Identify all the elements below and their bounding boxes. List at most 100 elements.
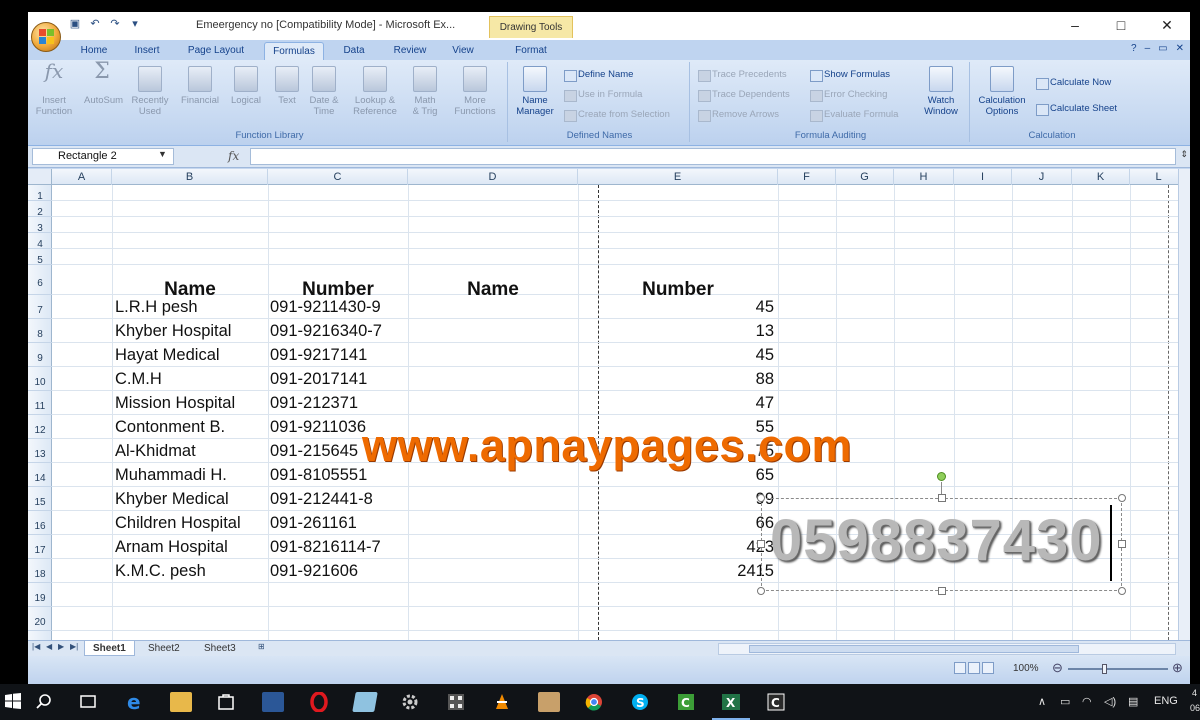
resize-handle-top-right[interactable] (1118, 494, 1126, 502)
hospital-name-cell[interactable]: Hayat Medical (115, 344, 265, 366)
expand-formula-bar-icon[interactable]: ⇕ (1180, 149, 1188, 160)
sheet-tab-3[interactable]: Sheet3 (196, 641, 244, 656)
tab-formulas[interactable]: Formulas (264, 42, 324, 60)
zoom-slider[interactable] (1068, 668, 1168, 670)
column-header-e[interactable]: E (578, 169, 778, 185)
clock-date[interactable]: 06 (1190, 703, 1200, 713)
camtasia-recorder-icon[interactable]: C (766, 692, 788, 712)
phone-number-cell[interactable]: 091-9211430-9 (270, 296, 406, 318)
clock-time[interactable]: 4 (1192, 688, 1197, 698)
excel-taskbar-icon[interactable]: X (720, 692, 742, 712)
name-box-dropdown-icon[interactable]: ▼ (158, 149, 167, 159)
resize-handle-top[interactable] (938, 494, 946, 502)
insert-sheet-icon[interactable]: ⊞ (258, 642, 265, 651)
column-header-a[interactable]: A (52, 169, 112, 185)
tab-view[interactable]: View (444, 42, 482, 60)
page-layout-view-icon[interactable] (968, 662, 980, 674)
tab-insert[interactable]: Insert (124, 42, 170, 60)
row-header[interactable]: 17 (28, 535, 52, 559)
column-header-d[interactable]: D (408, 169, 578, 185)
normal-view-icon[interactable] (954, 662, 966, 674)
phone-number-cell[interactable]: 091-212371 (270, 392, 406, 414)
row-header[interactable]: 6 (28, 265, 52, 295)
wifi-icon[interactable]: ◠ (1082, 695, 1092, 708)
word-icon[interactable] (262, 692, 284, 712)
network-icon[interactable]: ▭ (1060, 695, 1070, 708)
ribbon-minimize-icon[interactable]: – (1145, 43, 1151, 54)
hospital-name-cell[interactable]: Children Hospital (115, 512, 265, 534)
file-explorer-icon[interactable] (170, 692, 192, 712)
tab-data[interactable]: Data (334, 42, 374, 60)
create-from-selection-button[interactable]: Create from Selection (562, 106, 670, 124)
notes-app-icon[interactable] (352, 692, 378, 712)
row-header[interactable]: 20 (28, 607, 52, 631)
row-header[interactable]: 12 (28, 415, 52, 439)
calculate-now-button[interactable]: Calculate Now (1034, 74, 1111, 92)
tab-review[interactable]: Review (386, 42, 434, 60)
tab-format[interactable]: Format (506, 42, 556, 60)
resize-handle-bottom-right[interactable] (1118, 587, 1126, 595)
number-value-cell[interactable]: 13 (578, 320, 774, 342)
hospital-name-cell[interactable]: Muhammadi H. (115, 464, 265, 486)
formula-input[interactable] (250, 148, 1176, 165)
row-header[interactable]: 18 (28, 559, 52, 583)
remove-arrows-button[interactable]: Remove Arrows (696, 106, 779, 124)
volume-icon[interactable]: ◁) (1104, 695, 1116, 708)
row-header[interactable]: 19 (28, 583, 52, 607)
phone-number-cell[interactable]: 091-212441-8 (270, 488, 406, 510)
phone-number-cell[interactable]: 091-2017141 (270, 368, 406, 390)
insert-function-fx-icon[interactable]: fx (228, 149, 239, 163)
calculator-icon[interactable] (446, 692, 468, 712)
column-header-c[interactable]: C (268, 169, 408, 185)
calculate-sheet-button[interactable]: Calculate Sheet (1034, 100, 1117, 118)
resize-handle-right[interactable] (1118, 540, 1126, 548)
keyboard-icon[interactable]: ▤ (1128, 695, 1138, 708)
phone-number-cell[interactable]: 091-921606 (270, 560, 406, 582)
selected-text-shape[interactable]: 0598837430 (757, 494, 1126, 595)
logical-button[interactable]: Logical (226, 66, 266, 106)
row-header[interactable]: 11 (28, 391, 52, 415)
hospital-name-cell[interactable]: Khyber Medical (115, 488, 265, 510)
number-value-cell[interactable]: 47 (578, 392, 774, 414)
zoom-level[interactable]: 100% (1013, 663, 1039, 674)
tab-page-layout[interactable]: Page Layout (178, 42, 254, 60)
horizontal-scroll-thumb[interactable] (749, 645, 1079, 653)
ribbon-restore-icon[interactable]: ▭ (1158, 43, 1167, 54)
hospital-name-cell[interactable]: Khyber Hospital (115, 320, 265, 342)
hospital-name-cell[interactable]: Al-Khidmat (115, 440, 265, 462)
phone-number-cell[interactable]: 091-8216114-7 (270, 536, 406, 558)
row-header[interactable]: 3 (28, 217, 52, 234)
row-header[interactable]: 21 (28, 631, 52, 640)
phone-number-cell[interactable]: 091-9216340-7 (270, 320, 406, 342)
trace-dependents-button[interactable]: Trace Dependents (696, 86, 790, 104)
column-header-i[interactable]: I (954, 169, 1012, 185)
edge-browser-icon[interactable]: e (124, 690, 146, 714)
zoom-in-icon[interactable]: ⊕ (1172, 660, 1183, 676)
vertical-scrollbar[interactable] (1178, 169, 1190, 640)
hospital-name-cell[interactable]: C.M.H (115, 368, 265, 390)
define-name-button[interactable]: Define Name (562, 66, 633, 84)
close-button[interactable]: ✕ (1144, 12, 1190, 40)
column-header-h[interactable]: H (894, 169, 954, 185)
financial-button[interactable]: Financial (178, 66, 222, 106)
office-button[interactable] (31, 22, 61, 52)
autosum-button[interactable]: Σ AutoSum (84, 61, 123, 107)
row-header[interactable]: 8 (28, 319, 52, 343)
recently-used-button[interactable]: Recently Used (128, 66, 172, 117)
number-value-cell[interactable]: 45 (578, 296, 774, 318)
row-header[interactable]: 14 (28, 463, 52, 487)
resize-handle-bottom-left[interactable] (757, 587, 765, 595)
column-header-g[interactable]: G (836, 169, 894, 185)
zoom-out-icon[interactable]: ⊖ (1052, 660, 1063, 676)
show-formulas-button[interactable]: Show Formulas (808, 66, 890, 84)
number-value-cell[interactable]: 88 (578, 368, 774, 390)
save-icon[interactable]: ▣ (68, 17, 82, 31)
redo-icon[interactable]: ↷ (108, 17, 122, 31)
row-header[interactable]: 9 (28, 343, 52, 367)
archive-app-icon[interactable] (538, 692, 560, 712)
row-header[interactable]: 2 (28, 201, 52, 218)
camtasia-icon[interactable]: C (676, 692, 698, 712)
row-header[interactable]: 5 (28, 249, 52, 266)
resize-handle-left[interactable] (757, 540, 765, 548)
zoom-slider-thumb[interactable] (1102, 664, 1107, 674)
